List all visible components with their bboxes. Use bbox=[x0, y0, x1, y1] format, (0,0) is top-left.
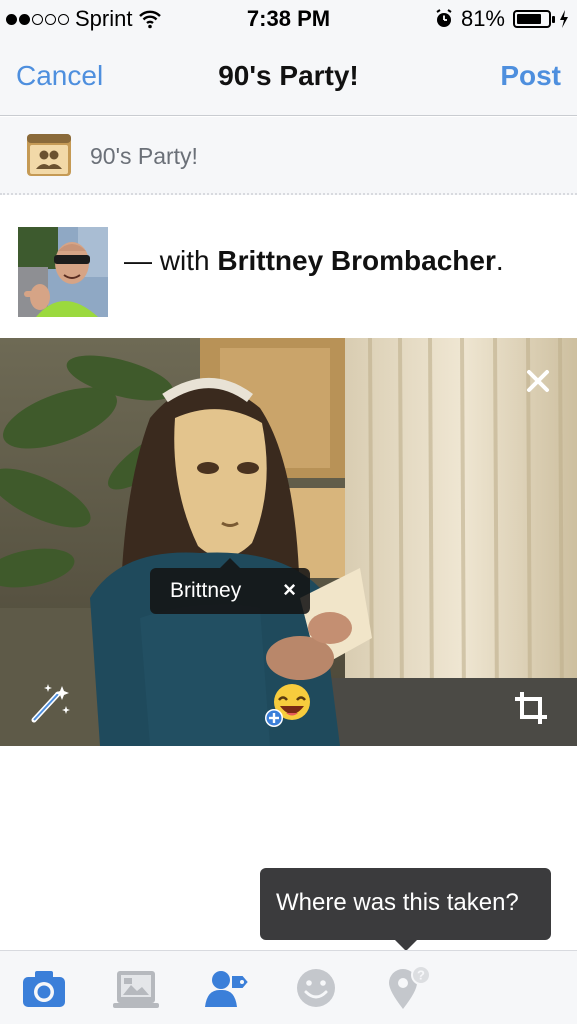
battery-icon bbox=[513, 10, 555, 28]
status-right: 81% bbox=[435, 6, 569, 32]
close-icon[interactable] bbox=[523, 366, 553, 396]
photo-tag[interactable]: Brittney × bbox=[150, 558, 310, 614]
status-bar: Sprint 7:38 PM 81% bbox=[0, 0, 577, 38]
svg-text:?: ? bbox=[417, 968, 425, 983]
battery-fill bbox=[517, 14, 541, 24]
nav-bar: Cancel 90's Party! Post bbox=[0, 38, 577, 116]
attached-photo[interactable]: Brittney × bbox=[0, 338, 577, 746]
tagged-person-name[interactable]: Brittney Brombacher bbox=[217, 245, 496, 276]
crop-icon[interactable] bbox=[513, 690, 549, 726]
with-tag-text: — with Brittney Brombacher. bbox=[124, 245, 504, 277]
camera-icon[interactable] bbox=[19, 965, 69, 1011]
with-suffix: . bbox=[495, 245, 504, 276]
photo-tag-name: Brittney bbox=[170, 579, 242, 602]
magic-wand-icon[interactable] bbox=[28, 684, 72, 724]
composer-toolbar: ? bbox=[0, 950, 577, 1024]
post-button[interactable]: Post bbox=[500, 60, 561, 92]
cancel-button[interactable]: Cancel bbox=[16, 60, 103, 92]
location-tooltip-text: Where was this taken? bbox=[276, 889, 519, 916]
group-icon bbox=[27, 134, 71, 176]
with-prefix: — with bbox=[124, 245, 210, 276]
sticker-icon[interactable] bbox=[264, 682, 314, 728]
charging-bolt-icon bbox=[560, 10, 568, 28]
location-tooltip[interactable]: Where was this taken? bbox=[260, 868, 551, 951]
tag-people-icon[interactable] bbox=[201, 965, 251, 1011]
alarm-icon bbox=[436, 9, 452, 27]
album-icon[interactable] bbox=[111, 965, 161, 1011]
audience-label: 90's Party! bbox=[90, 143, 198, 169]
composer-header: — with Brittney Brombacher. bbox=[0, 225, 577, 320]
avatar[interactable] bbox=[18, 227, 108, 317]
feeling-icon[interactable] bbox=[291, 965, 341, 1011]
audience-selector[interactable]: 90's Party! bbox=[0, 117, 577, 195]
remove-tag-button[interactable]: × bbox=[283, 577, 296, 603]
location-icon[interactable]: ? bbox=[381, 965, 431, 1011]
battery-percent: 81% bbox=[460, 6, 505, 31]
